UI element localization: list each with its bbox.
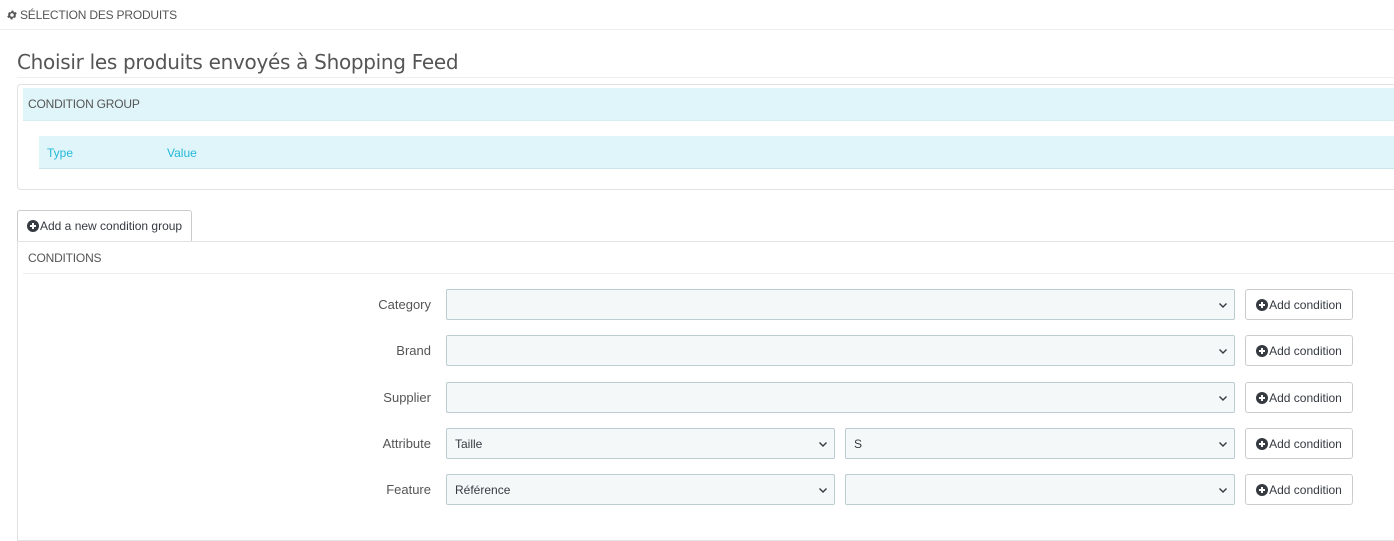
add-condition-group-button[interactable]: Add a new condition group (17, 210, 193, 241)
chevron-down-icon (1219, 349, 1227, 354)
plus-circle-icon (1256, 437, 1269, 450)
brand-select[interactable] (446, 335, 1235, 366)
plus-circle-icon (1256, 483, 1269, 496)
add-condition-group-label: Add a new condition group (40, 219, 183, 233)
add-condition-label: Add condition (1269, 482, 1342, 497)
chevron-down-icon (819, 442, 827, 447)
attribute-select[interactable]: Taille (446, 428, 835, 459)
condition-group-table-header: Type Value (39, 136, 1394, 169)
attribute-value-select-value: S (854, 436, 863, 451)
chevron-down-icon (1219, 488, 1227, 493)
column-type: Type (47, 146, 74, 160)
attribute-label: Attribute (382, 436, 431, 451)
add-condition-label: Add condition (1269, 297, 1342, 312)
plus-circle-icon (1256, 298, 1269, 311)
chevron-down-icon (1219, 442, 1227, 447)
attribute-value-select[interactable]: S (845, 428, 1235, 459)
supplier-select[interactable] (446, 382, 1235, 413)
chevron-down-icon (1219, 396, 1227, 401)
feature-value-select[interactable] (845, 474, 1235, 505)
section-title: SÉLECTION DES PRODUITS (20, 7, 177, 22)
add-condition-button-feature[interactable]: Add condition (1245, 474, 1353, 505)
add-condition-button-attribute[interactable]: Add condition (1245, 428, 1353, 459)
add-condition-button-category[interactable]: Add condition (1245, 289, 1353, 320)
condition-row-brand: Brand Add condition (0, 335, 1394, 366)
category-select[interactable] (446, 289, 1235, 320)
condition-group-panel: CONDITION GROUP Type Value (17, 84, 1394, 190)
plus-circle-icon (1256, 391, 1269, 404)
attribute-select-value: Taille (455, 436, 483, 451)
chevron-down-icon (819, 488, 827, 493)
condition-row-attribute: Attribute Taille S Add condition (0, 428, 1394, 459)
column-value: Value (167, 146, 197, 160)
plus-circle-icon (27, 220, 39, 232)
condition-row-category: Category Add condition (0, 289, 1394, 320)
gear-icon (7, 10, 17, 19)
add-condition-label: Add condition (1269, 436, 1342, 451)
conditions-header: CONDITIONS (23, 242, 1394, 274)
add-condition-label: Add condition (1269, 343, 1342, 358)
category-label: Category (378, 297, 431, 312)
brand-label: Brand (396, 343, 431, 358)
add-condition-label: Add condition (1269, 390, 1342, 405)
feature-label: Feature (386, 482, 431, 497)
title-divider (17, 77, 1394, 78)
add-condition-button-brand[interactable]: Add condition (1245, 335, 1353, 366)
condition-row-supplier: Supplier Add condition (0, 382, 1394, 413)
supplier-label: Supplier (383, 390, 431, 405)
chevron-down-icon (1219, 303, 1227, 308)
feature-select-value: Référence (455, 482, 511, 497)
section-header: SÉLECTION DES PRODUITS (0, 0, 1394, 30)
condition-row-feature: Feature Référence Add condition (0, 474, 1394, 505)
condition-group-header: CONDITION GROUP (23, 88, 1394, 121)
feature-select[interactable]: Référence (446, 474, 835, 505)
page-title: Choisir les produits envoyés à Shopping … (17, 50, 459, 74)
add-condition-button-supplier[interactable]: Add condition (1245, 382, 1353, 413)
plus-circle-icon (1256, 344, 1269, 357)
